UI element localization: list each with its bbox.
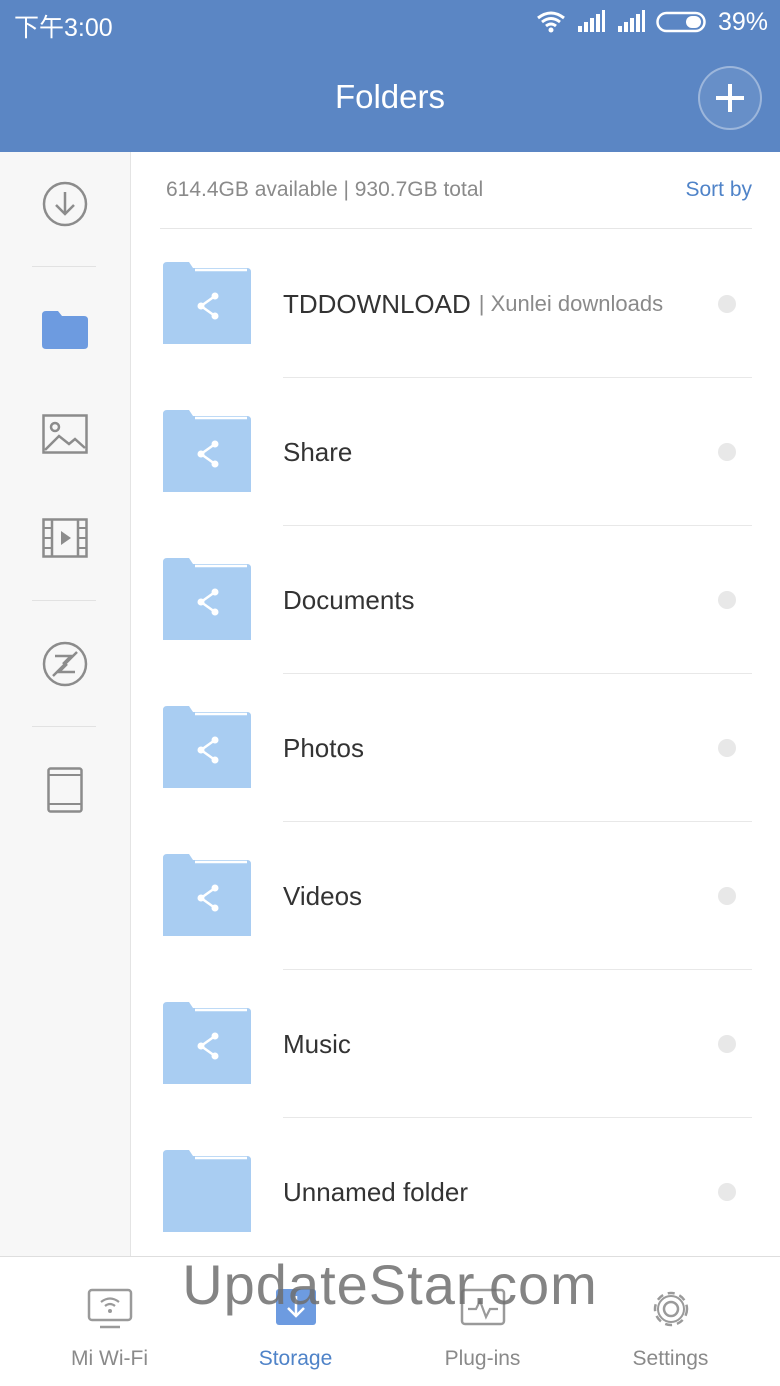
gear-icon — [653, 1291, 688, 1327]
folder-row[interactable]: Music — [131, 970, 780, 1118]
status-bar: 下午3:00 39% — [0, 0, 780, 46]
storage-download-icon — [275, 1289, 316, 1325]
select-radio[interactable] — [718, 443, 736, 461]
status-indicators: 39% — [536, 7, 768, 37]
video-icon — [42, 518, 88, 558]
tab-mi-wifi[interactable]: Mi Wi-Fi — [12, 1257, 207, 1386]
folder-name: Videos — [283, 880, 363, 911]
signal-icon — [577, 10, 605, 32]
category-sidebar — [0, 152, 131, 1256]
folder-row[interactable]: Unnamed folder — [131, 1118, 780, 1266]
plus-icon — [716, 84, 744, 112]
folder-description: | Xunlei downloads — [478, 291, 664, 316]
folder-name: Music — [283, 1028, 351, 1059]
image-icon — [42, 414, 88, 454]
sidebar-divider — [32, 600, 96, 601]
battery-percentage: 39% — [717, 7, 768, 36]
page-title: Folders — [334, 78, 446, 115]
folder-name: Unnamed folder — [283, 1176, 468, 1207]
bottom-navigation: Mi Wi-Fi Storage Plug-ins Settings — [0, 1256, 780, 1386]
shared-folder-icon — [163, 410, 251, 492]
shared-folder-icon — [163, 558, 251, 640]
shared-folder-icon — [163, 262, 251, 344]
shared-folder-icon — [163, 706, 251, 788]
select-radio[interactable] — [718, 1183, 736, 1201]
folder-title: TDDOWNLOAD — [283, 288, 471, 319]
sidebar-item-downloads[interactable] — [0, 164, 130, 244]
select-radio[interactable] — [718, 1035, 736, 1053]
add-folder-button[interactable] — [698, 66, 762, 130]
plugins-icon — [460, 1288, 505, 1326]
select-radio[interactable] — [718, 295, 736, 313]
tab-settings[interactable]: Settings — [573, 1257, 768, 1386]
folder-row[interactable]: Documents — [131, 526, 780, 674]
router-icon — [87, 1288, 132, 1329]
tab-label: Storage — [258, 1347, 333, 1370]
status-time: 下午3:00 — [14, 14, 113, 42]
sidebar-item-no-sync[interactable] — [0, 624, 130, 704]
tab-storage[interactable]: Storage — [198, 1257, 393, 1386]
folder-name: TDDOWNLOAD | Xunlei downloads — [283, 230, 663, 378]
sidebar-divider — [32, 266, 96, 267]
folder-row[interactable]: Photos — [131, 674, 780, 822]
tab-label: Settings — [632, 1347, 709, 1370]
shared-folder-icon — [163, 1002, 251, 1084]
folder-row[interactable]: Share — [131, 378, 780, 526]
select-radio[interactable] — [718, 887, 736, 905]
download-icon — [42, 181, 88, 227]
tablet-icon — [47, 767, 83, 813]
folder-row[interactable]: TDDOWNLOAD | Xunlei downloads — [131, 230, 780, 378]
storage-summary: 614.4GB available | 930.7GB total — [166, 178, 484, 201]
shared-folder-icon — [163, 854, 251, 936]
select-radio[interactable] — [718, 591, 736, 609]
list-top-divider — [160, 228, 752, 229]
sidebar-item-videos[interactable] — [0, 498, 130, 578]
tab-label: Plug-ins — [444, 1347, 521, 1370]
folder-name: Photos — [283, 732, 364, 763]
no-sync-icon — [42, 641, 88, 687]
signal-icon-2 — [617, 10, 645, 32]
select-radio[interactable] — [718, 739, 736, 757]
folder-icon — [163, 1150, 251, 1232]
tab-label: Mi Wi-Fi — [71, 1347, 148, 1370]
folder-icon — [42, 311, 88, 349]
sidebar-divider — [32, 726, 96, 727]
tab-plug-ins[interactable]: Plug-ins — [385, 1257, 580, 1386]
battery-icon — [656, 11, 706, 33]
wifi-icon — [537, 11, 565, 33]
sidebar-item-folders[interactable] — [0, 290, 130, 370]
sort-by-button[interactable]: Sort by — [685, 178, 752, 202]
folder-name: Share — [283, 436, 353, 467]
folder-name: Documents — [283, 584, 415, 615]
folder-row[interactable]: Videos — [131, 822, 780, 970]
sidebar-item-device[interactable] — [0, 750, 130, 830]
app-header: 下午3:00 39% Folders — [0, 0, 780, 152]
sidebar-item-images[interactable] — [0, 394, 130, 474]
